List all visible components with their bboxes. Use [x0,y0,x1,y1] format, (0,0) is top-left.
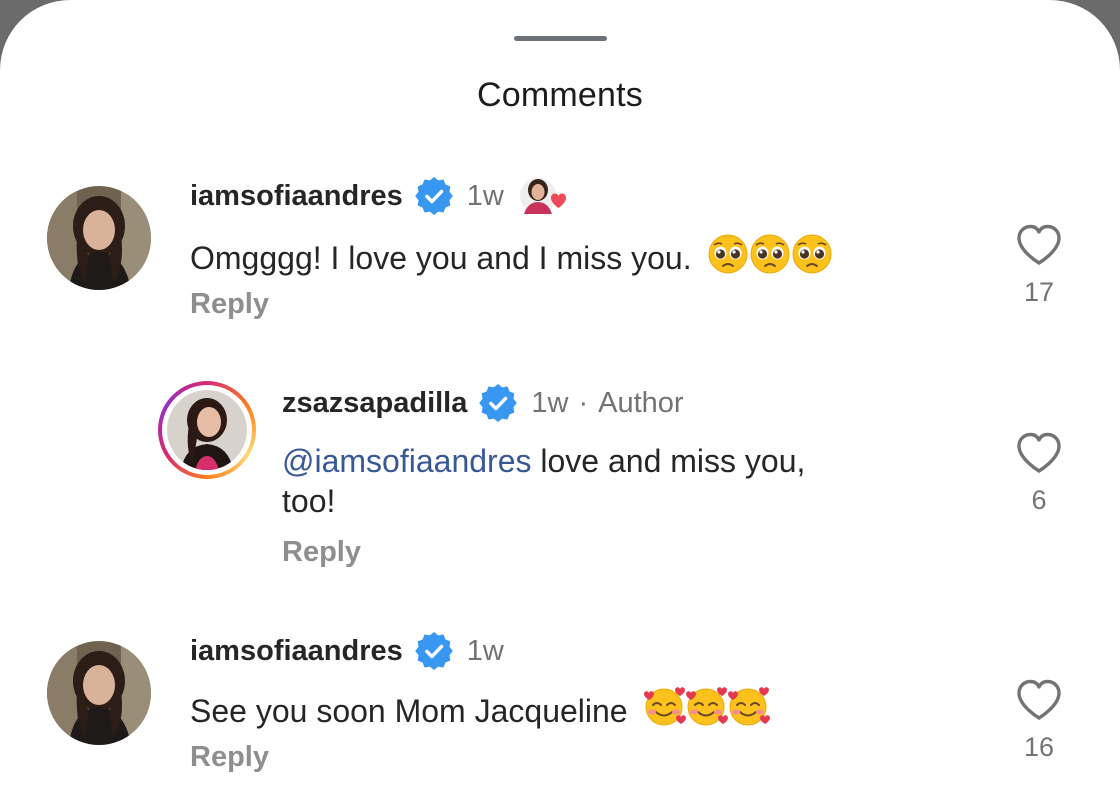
comment-username[interactable]: iamsofiaandres [190,635,403,668]
like-column: 16 [1009,678,1069,763]
comment-text-row: See you soon Mom Jacqueline [190,686,771,731]
verified-badge-icon [414,632,453,670]
like-count: 16 [1023,732,1055,762]
comment-time: 1w [466,634,504,667]
comments-sheet: Comments iamsofiaandres 1w Omgggg! I lov… [0,0,1120,807]
smiling-face-with-hearts-emoji [642,686,771,728]
avatar[interactable] [47,641,151,745]
heart-outline-icon[interactable] [1015,678,1063,722]
reply-button[interactable]: Reply [190,741,269,774]
comment-text: See you soon Mom Jacqueline [190,693,628,729]
comment-item: iamsofiaandres 1w See you soon Mom Jacqu… [0,0,1120,807]
